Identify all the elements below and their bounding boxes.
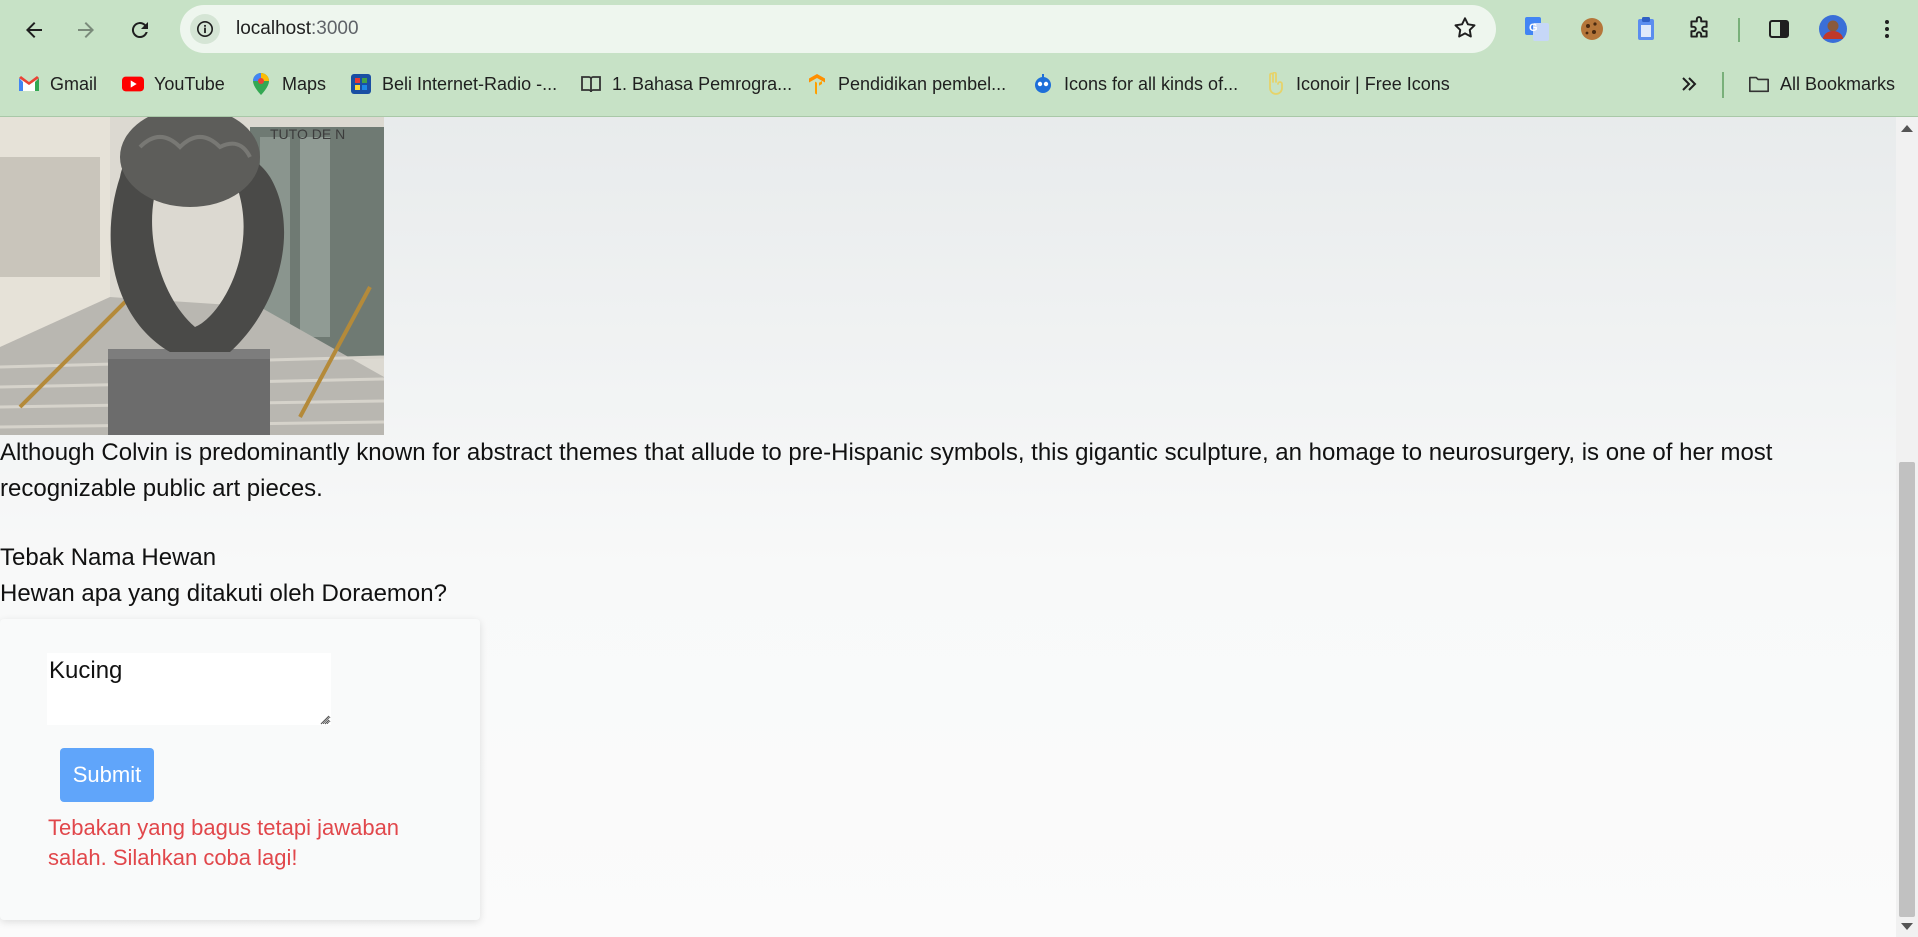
forward-arrow-icon (78, 22, 94, 38)
tensorflow-icon (806, 73, 828, 95)
browser-menu-icon[interactable] (1870, 12, 1904, 46)
toolbar-divider (1738, 18, 1740, 42)
bookmark-maps[interactable]: Maps (250, 72, 326, 96)
bookmark-star-icon[interactable] (1452, 15, 1478, 46)
all-bookmarks-label: All Bookmarks (1780, 73, 1896, 94)
page-content: TUTO DE N Although Colvin is predominant… (0, 117, 1896, 937)
radio-site-icon (350, 73, 372, 95)
reload-icon (131, 22, 148, 39)
quiz-question: Hewan apa yang ditakuti oleh Doraemon? (0, 580, 447, 607)
bookmark-label: Pendidikan pembel... (838, 73, 1007, 94)
youtube-icon (122, 73, 144, 95)
reload-button[interactable] (120, 10, 160, 50)
sculpture-caption: Although Colvin is predominantly known f… (0, 439, 1773, 502)
sculpture-photo: TUTO DE N (0, 117, 384, 435)
bookmark-label: 1. Bahasa Pemrogra... (612, 73, 793, 94)
svg-text:TUTO DE N: TUTO DE N (270, 126, 345, 142)
all-bookmarks-button[interactable]: All Bookmarks (1748, 72, 1895, 96)
clipboard-extension-icon[interactable] (1629, 12, 1663, 46)
back-arrow-icon (26, 22, 42, 38)
google-translate-icon[interactable]: G (1520, 12, 1554, 46)
scroll-down-arrow-icon[interactable] (1901, 923, 1913, 930)
extensions-puzzle-icon[interactable] (1682, 12, 1716, 46)
forward-button[interactable] (66, 10, 106, 50)
browser-toolbar: localhost:3000 G Gmail YouTube Maps Beli… (0, 0, 1918, 117)
url-host: localhost (236, 18, 311, 39)
answer-card: Kucing Submit Tebakan yang bagus tetapi … (0, 619, 480, 920)
bookmark-label: Gmail (50, 73, 98, 94)
quiz-title: Tebak Nama Hewan (0, 544, 217, 571)
bookmark-icons-for-all[interactable]: Icons for all kinds of... (1032, 72, 1238, 96)
bookmark-label: Beli Internet-Radio -... (382, 73, 558, 94)
more-bookmarks-chevron-icon[interactable] (1680, 72, 1698, 96)
book-icon (580, 73, 602, 95)
bookmark-label: YouTube (154, 73, 225, 94)
address-bar[interactable]: localhost:3000 (180, 5, 1496, 53)
gmail-icon (18, 73, 40, 95)
svg-text:G: G (1529, 22, 1538, 34)
submit-button[interactable]: Submit (60, 748, 154, 802)
bookmark-iconoir[interactable]: Iconoir | Free Icons (1264, 72, 1450, 96)
bookmark-label: Iconoir | Free Icons (1296, 73, 1450, 94)
bookmark-youtube[interactable]: YouTube (122, 72, 225, 96)
feedback-message: Tebakan yang bagus tetapi jawaban salah.… (48, 815, 400, 870)
resize-handle-icon[interactable] (318, 713, 330, 725)
back-button[interactable] (14, 10, 54, 50)
robot-icon (1032, 73, 1054, 95)
bookmark-bahasa-pemrograman[interactable]: 1. Bahasa Pemrogra... (580, 72, 792, 96)
bookmark-pendidikan[interactable]: Pendidikan pembel... (806, 72, 1006, 96)
profile-avatar[interactable] (1816, 12, 1850, 46)
bookmark-gmail[interactable]: Gmail (18, 72, 97, 96)
bookmark-label: Maps (282, 73, 327, 94)
bookmark-internet-radio[interactable]: Beli Internet-Radio -... (350, 72, 557, 96)
peace-hand-icon (1264, 72, 1286, 95)
bookmark-label: Icons for all kinds of... (1064, 73, 1239, 94)
folder-icon (1748, 73, 1770, 95)
maps-icon (250, 73, 272, 95)
url-text[interactable]: localhost:3000 (236, 18, 359, 40)
page-scrollbar[interactable] (1896, 117, 1918, 937)
cookie-extension-icon[interactable] (1575, 12, 1609, 46)
bookmarks-divider (1722, 72, 1724, 98)
scroll-up-arrow-icon[interactable] (1901, 125, 1913, 132)
scrollbar-thumb[interactable] (1899, 462, 1915, 917)
side-panel-icon[interactable] (1762, 12, 1796, 46)
answer-textarea[interactable]: Kucing (47, 653, 331, 725)
url-port: :3000 (311, 18, 359, 39)
site-info-icon[interactable] (190, 14, 220, 44)
